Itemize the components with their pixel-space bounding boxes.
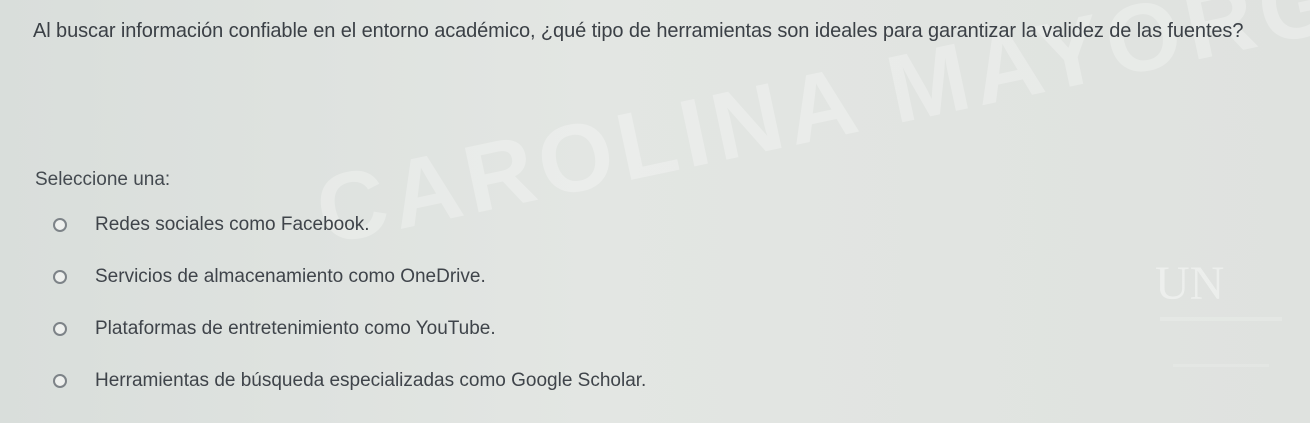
option-label: Herramientas de búsqueda especializadas … — [95, 369, 646, 393]
radio-button[interactable] — [53, 322, 67, 336]
option-label: Servicios de almacenamiento como OneDriv… — [95, 265, 486, 289]
radio-button[interactable] — [53, 270, 67, 284]
answer-option-onedrive[interactable]: Servicios de almacenamiento como OneDriv… — [45, 264, 945, 289]
answer-option-facebook[interactable]: Redes sociales como Facebook. — [45, 212, 945, 237]
radio-button[interactable] — [53, 374, 67, 388]
institution-logo-icon: UN — [1155, 253, 1300, 378]
svg-text:UN: UN — [1155, 257, 1224, 310]
answer-options: Redes sociales como Facebook. Servicios … — [45, 212, 945, 420]
question-text: Al buscar información confiable en el en… — [33, 14, 1293, 48]
radio-button[interactable] — [53, 218, 67, 232]
option-label: Redes sociales como Facebook. — [95, 213, 370, 237]
answer-option-youtube[interactable]: Plataformas de entretenimiento como YouT… — [45, 316, 945, 341]
answer-option-google-scholar[interactable]: Herramientas de búsqueda especializadas … — [45, 368, 945, 393]
option-label: Plataformas de entretenimiento como YouT… — [95, 317, 496, 341]
answer-prompt: Seleccione una: — [35, 168, 170, 192]
